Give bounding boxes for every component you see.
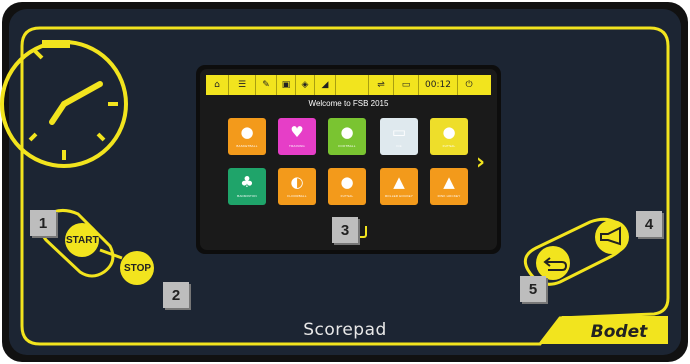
sport-tile[interactable]: ▲ RINK HOCKEY: [430, 168, 468, 205]
battery-icon: ▭: [394, 75, 419, 95]
sport-tile-label: FUTSAL: [340, 194, 354, 198]
welcome-message: Welcome to FSB 2015: [308, 99, 389, 108]
callout-1: 1: [30, 210, 56, 236]
menu-list-icon[interactable]: ☰: [229, 75, 256, 95]
sport-tile-icon: ▭: [391, 123, 407, 141]
sport-tile-icon: ●: [240, 123, 254, 141]
sport-tile[interactable]: ● FUTSAL: [328, 168, 366, 205]
sport-tile[interactable]: ◐ FLOORBALL: [278, 168, 316, 205]
scorepad-device: ⌂ ☰ ✎ ▣ ◈ ◢ ⇌ ▭ 00:12 ⏻ Welcome to FSB 2…: [0, 0, 690, 364]
sport-tile-label: ICE: [396, 144, 402, 148]
signal-icon: ◢: [315, 75, 336, 95]
lock-icon[interactable]: ▣: [277, 75, 296, 95]
stop-button[interactable]: STOP: [124, 263, 151, 274]
usb-icon: ⇌: [369, 75, 394, 95]
sport-tile-label: TRAINING: [289, 144, 305, 148]
sport-tile[interactable]: ● BASKETBALL: [228, 118, 266, 155]
sport-tile[interactable]: ♥ TRAINING: [278, 118, 316, 155]
sport-tile-icon: ♥: [290, 123, 304, 141]
sport-tile-label: FLOORBALL: [287, 194, 307, 198]
power-icon[interactable]: ⏻: [458, 75, 480, 95]
sport-tile-icon: ▲: [393, 173, 405, 191]
sport-tile[interactable]: ♣ BADMINTON: [228, 168, 266, 205]
sport-tile-label: RINK HOCKEY: [437, 194, 461, 198]
sport-tile[interactable]: ▭ ICE: [380, 118, 418, 155]
sport-tile[interactable]: ● FOOTBALL: [328, 118, 366, 155]
sport-tile-label: BADMINTON: [237, 194, 257, 198]
callout-5: 5: [520, 276, 546, 302]
sport-tile-icon: ♣: [240, 173, 254, 191]
sport-tile-icon: ●: [340, 123, 354, 141]
sport-tile-label: ROLLER HOCKEY: [384, 194, 414, 198]
sport-tile[interactable]: ▲ ROLLER HOCKEY: [380, 168, 418, 205]
sport-tile-icon: ●: [442, 123, 456, 141]
clock-time: 00:12: [419, 75, 458, 95]
status-spacer: [336, 75, 369, 95]
sport-tile[interactable]: ● FUTSAL: [430, 118, 468, 155]
pencil-icon[interactable]: ✎: [256, 75, 277, 95]
callout-3: 3: [332, 217, 358, 243]
sport-tile-icon: ◐: [290, 173, 304, 191]
shield-icon: ◈: [296, 75, 315, 95]
sport-tile-label: FUTSAL: [442, 144, 456, 148]
brand-logo: Bodet: [590, 322, 648, 342]
sport-tile-label: FOOTBALL: [338, 144, 356, 148]
callout-4: 4: [636, 211, 662, 237]
sport-tile-icon: ●: [340, 173, 354, 191]
home-icon[interactable]: ⌂: [206, 75, 229, 95]
sport-tile-label: BASKETBALL: [236, 144, 258, 148]
sport-tile-icon: ▲: [443, 173, 455, 191]
callout-2: 2: [163, 282, 189, 308]
next-page-chevron-icon[interactable]: ›: [476, 150, 485, 175]
status-bar: ⌂ ☰ ✎ ▣ ◈ ◢ ⇌ ▭ 00:12 ⏻: [206, 75, 491, 95]
start-button[interactable]: START: [66, 235, 99, 246]
